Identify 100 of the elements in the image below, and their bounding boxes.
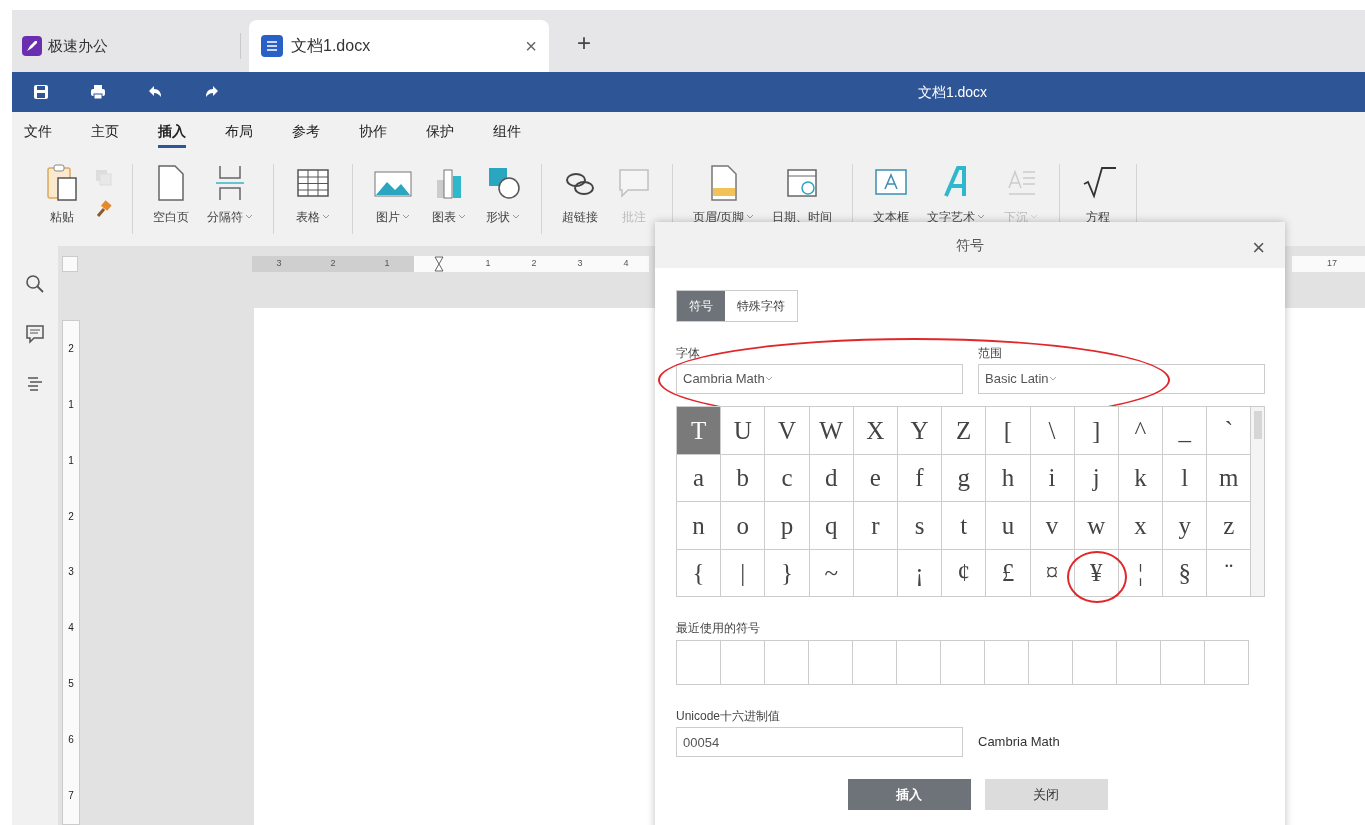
symbol-cell[interactable]: x [1118, 502, 1164, 550]
symbol-cell[interactable]: ¨ [1207, 549, 1252, 597]
ribbon-button[interactable]: 空白页 [153, 164, 189, 234]
caret-icon [512, 214, 520, 220]
menu-tab[interactable]: 组件 [493, 114, 560, 154]
input-field[interactable]: 00054 [676, 727, 963, 757]
symbol-cell[interactable]: u [986, 502, 1031, 550]
symbol-cell[interactable] [853, 549, 898, 597]
symbol-cell[interactable]: s [897, 502, 943, 550]
symbol-cell[interactable]: r [853, 502, 898, 550]
ribbon-button[interactable]: 粘贴 [44, 164, 80, 234]
symbol-cell[interactable]: ¢ [942, 549, 987, 597]
ribbon-button[interactable]: 方程 [1080, 164, 1117, 234]
symbol-cell[interactable]: [ [986, 407, 1031, 455]
symbol-cell[interactable]: ¥ [1074, 549, 1119, 597]
symbol-cell[interactable]: { [677, 549, 722, 597]
symbol-cell[interactable]: m [1207, 454, 1252, 502]
menu-tab[interactable]: 布局 [225, 114, 292, 154]
symbol-cell[interactable]: U [721, 407, 766, 455]
menu-tab[interactable]: 保护 [426, 114, 493, 154]
symbol-cell[interactable]: y [1163, 502, 1208, 550]
symbol-cell[interactable]: f [897, 454, 943, 502]
format-painter-icon[interactable] [94, 200, 112, 218]
ruler-number: 3 [68, 567, 74, 578]
symbol-cell[interactable]: k [1118, 454, 1164, 502]
symbol-cell[interactable]: w [1074, 502, 1119, 550]
symbol-cell[interactable]: a [677, 454, 722, 502]
symbol-cell[interactable]: b [721, 454, 766, 502]
paragraph-lines-icon[interactable] [25, 374, 45, 394]
symbol-cell[interactable]: T [677, 407, 722, 455]
ribbon-button[interactable]: 文本框 [873, 164, 910, 234]
close-button[interactable]: × [1246, 230, 1271, 265]
close-button[interactable]: 关闭 [984, 779, 1108, 810]
menu-tab[interactable]: 主页 [91, 114, 158, 154]
document-tab[interactable]: 文档1.docx × [249, 20, 549, 72]
symbol-cell[interactable]: z [1207, 502, 1252, 550]
ribbon-button[interactable]: 图片 [373, 164, 413, 234]
symbol-cell[interactable]: v [1030, 502, 1075, 550]
menu-tab[interactable]: 协作 [359, 114, 426, 154]
symbol-cell[interactable]: ] [1074, 407, 1119, 455]
symbol-cell[interactable]: ~ [809, 549, 854, 597]
search-icon[interactable] [25, 274, 45, 294]
symbol-cell[interactable]: i [1030, 454, 1075, 502]
caret-icon [458, 214, 466, 220]
ruler-number: 7 [68, 790, 74, 801]
document-icon [261, 35, 283, 57]
symbol-cell[interactable]: Y [897, 407, 943, 455]
menu-tab[interactable]: 插入 [158, 114, 225, 154]
symbol-cell[interactable]: l [1163, 454, 1208, 502]
new-tab-button[interactable]: + [571, 24, 597, 62]
symbol-cell[interactable]: n [677, 502, 722, 550]
symbol-cell[interactable]: p [765, 502, 810, 550]
symbol-cell[interactable]: j [1074, 454, 1119, 502]
symbol-cell[interactable]: q [809, 502, 854, 550]
symbol-cell[interactable]: } [765, 549, 810, 597]
symbol-cell[interactable]: o [721, 502, 766, 550]
symbol-cell[interactable]: ¦ [1118, 549, 1164, 597]
symbol-cell[interactable]: g [942, 454, 987, 502]
symbol-cell[interactable]: h [986, 454, 1031, 502]
ribbon-button[interactable]: 表格 [294, 164, 332, 234]
field-label: Unicode十六进制值 [676, 708, 782, 725]
dialog-tab[interactable]: 符号 [677, 291, 725, 321]
print-icon[interactable] [89, 84, 106, 100]
symbol-cell[interactable]: | [721, 549, 766, 597]
symbol-cell[interactable]: d [809, 454, 854, 502]
symbol-cell[interactable]: ` [1207, 407, 1252, 455]
symbol-cell[interactable]: £ [986, 549, 1031, 597]
ruler-number: 1 [68, 455, 74, 466]
symbol-cell[interactable]: V [765, 407, 810, 455]
symbol-cell[interactable]: Z [942, 407, 987, 455]
symbol-cell[interactable]: ¤ [1030, 549, 1075, 597]
symbol-cell[interactable]: e [853, 454, 898, 502]
menu-tab[interactable]: 文件 [24, 114, 91, 154]
app-tab[interactable]: 极速办公 [22, 20, 232, 72]
symbol-cell[interactable]: ¡ [897, 549, 943, 597]
symbol-cell[interactable]: ^ [1118, 407, 1164, 455]
symbol-cell[interactable]: \ [1030, 407, 1075, 455]
app-title: 极速办公 [48, 35, 108, 56]
save-icon[interactable] [32, 84, 49, 100]
menu-tab[interactable]: 参考 [292, 114, 359, 154]
comment-icon[interactable] [25, 324, 45, 344]
ruler-number: 3 [276, 257, 282, 271]
select-field[interactable]: Basic Latin [978, 364, 1265, 394]
symbol-cell[interactable]: X [853, 407, 898, 455]
ribbon-button[interactable]: 形状 [485, 164, 521, 234]
symbol-cell[interactable]: W [809, 407, 854, 455]
select-field[interactable]: Cambria Math [676, 364, 963, 394]
indent-marker-icon[interactable] [434, 256, 445, 272]
ribbon-button[interactable]: 分隔符 [207, 164, 253, 234]
symbol-cell[interactable]: § [1163, 549, 1208, 597]
insert-button[interactable]: 插入 [847, 779, 971, 810]
ribbon-button[interactable]: 超链接 [562, 164, 598, 234]
symbol-cell[interactable]: t [942, 502, 987, 550]
symbol-cell[interactable]: _ [1163, 407, 1208, 455]
symbol-cell[interactable]: c [765, 454, 810, 502]
ribbon-button[interactable]: 文字艺术 [927, 164, 986, 234]
close-tab-button[interactable]: × [525, 31, 537, 61]
ruler-number: 1 [485, 257, 491, 271]
ribbon-button[interactable]: 图表 [431, 164, 467, 234]
scrollbar-thumb[interactable] [1254, 411, 1263, 439]
